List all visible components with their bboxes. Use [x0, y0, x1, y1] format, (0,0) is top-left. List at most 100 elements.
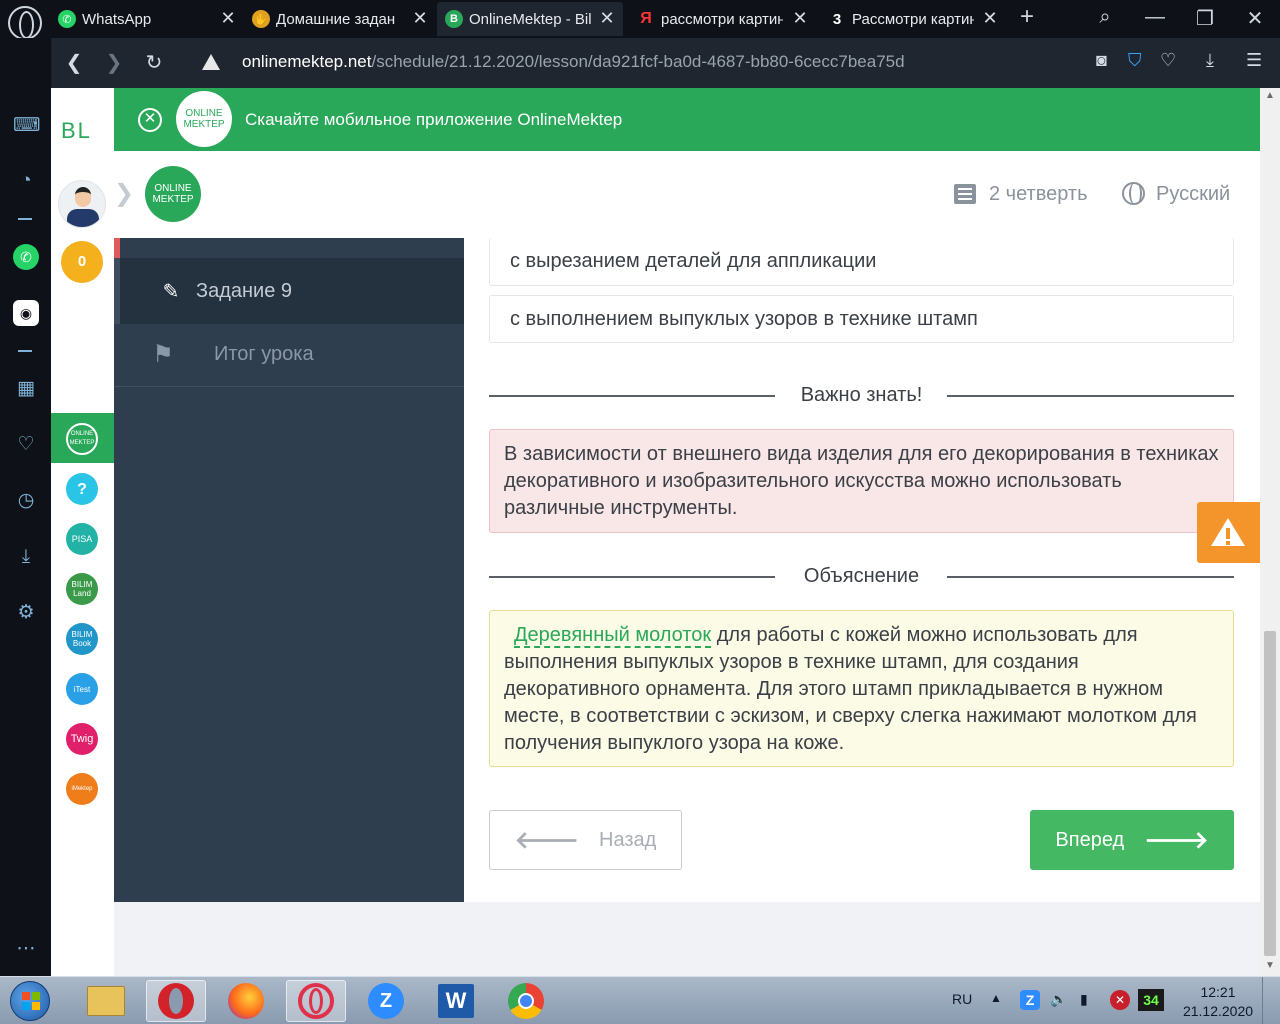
answer-option[interactable]: с выполнением выпуклых узоров в технике … — [489, 295, 1234, 343]
zoom-taskbar-icon[interactable]: Z — [356, 980, 416, 1022]
tab-onlinemektep[interactable]: B OnlineMektep - Bil ✕ — [437, 2, 623, 36]
grid-icon[interactable]: ▦ — [13, 376, 39, 402]
bilimbook-app-icon[interactable]: BILIM Book — [66, 623, 98, 655]
banner-text[interactable]: Скачайте мобильное приложение OnlineMekt… — [245, 110, 622, 130]
tab-whatsapp[interactable]: ✆ WhatsApp ✕ — [58, 2, 238, 36]
tab-yandex[interactable]: Я рассмотри картин ✕ — [637, 2, 810, 36]
show-desktop-button[interactable] — [1262, 977, 1280, 1024]
zoom-tray-icon[interactable]: Z — [1020, 990, 1040, 1010]
close-tab-icon[interactable]: ✕ — [980, 8, 1000, 29]
url-field[interactable]: onlinemektep.net/schedule/21.12.2020/les… — [242, 52, 905, 72]
scroll-up-icon[interactable]: ▲ — [1265, 90, 1275, 101]
speed-dial-icon[interactable]: ◔ — [13, 168, 39, 194]
z-icon: 3 — [832, 10, 842, 28]
minimize-icon[interactable]: — — [1143, 6, 1167, 29]
lesson-content: с вырезанием деталей для аппликации с вы… — [464, 238, 1260, 902]
yandex-icon: Я — [640, 10, 652, 27]
opera-gx-taskbar-icon[interactable] — [286, 980, 346, 1022]
nav-item-label: Итог урока — [214, 342, 314, 365]
close-tab-icon[interactable]: ✕ — [597, 8, 617, 29]
new-tab-icon[interactable]: + — [1015, 3, 1039, 31]
back-icon[interactable]: ❮ — [62, 50, 86, 75]
onlinemektep-logo[interactable]: ONLINE MEKTEP — [145, 166, 201, 222]
close-tab-icon[interactable]: ✕ — [790, 8, 810, 29]
forward-icon[interactable]: ❯ — [102, 50, 126, 75]
bilimland-logo[interactable]: BL — [61, 118, 92, 144]
address-bar: ❮ ❯ ↻ onlinemektep.net/schedule/21.12.20… — [52, 38, 1280, 88]
heart-icon[interactable]: ♡ — [1160, 50, 1176, 71]
gamepad-icon[interactable]: ⌨ — [13, 113, 40, 139]
insecure-warning-icon[interactable] — [202, 54, 220, 70]
pisa-app-icon[interactable]: PISA — [66, 523, 98, 555]
url-path: /schedule/21.12.2020/lesson/da921fcf-ba0… — [371, 52, 905, 71]
coins-badge[interactable]: 0 — [61, 241, 103, 283]
clock-date: 21.12.2020 — [1182, 1003, 1254, 1019]
tab-label: рассмотри картин — [661, 10, 783, 28]
heart-icon[interactable]: ♡ — [13, 432, 39, 458]
download-icon[interactable]: ⤓ — [1206, 50, 1214, 71]
imektep-app-icon[interactable]: iMektep — [66, 773, 98, 805]
site-sidebar: BL 0 ONLINE MEKTEP ? PISA BILIM Land BIL… — [51, 88, 114, 976]
opera-sidebar: ⌨ ◔ ✆ ◉ ▦ ♡ ◷ ⤓ ⚙ ⋯ — [0, 38, 51, 976]
back-button[interactable]: 🡐 Назад — [489, 810, 682, 870]
page-scrollbar[interactable]: ▲ ▼ — [1260, 88, 1280, 976]
avatar[interactable] — [58, 180, 106, 228]
onlinemektep-app-icon[interactable]: ONLINE MEKTEP — [66, 423, 98, 455]
twig-app-icon[interactable]: Twig — [66, 723, 98, 755]
language-selector[interactable]: Русский — [1156, 183, 1230, 206]
search-icon[interactable]: ⌕ — [1093, 6, 1117, 29]
close-window-icon[interactable]: ✕ — [1243, 6, 1267, 31]
word-taskbar-icon[interactable]: W — [426, 980, 486, 1022]
explorer-taskbar-icon[interactable] — [76, 980, 136, 1022]
temperature-badge[interactable]: 34 — [1138, 989, 1164, 1011]
answer-option[interactable]: с вырезанием деталей для аппликации — [489, 238, 1234, 286]
reload-icon[interactable]: ↻ — [142, 50, 166, 75]
camera-icon[interactable]: ◙ — [1096, 50, 1107, 71]
chevron-right-icon[interactable]: ❯ — [114, 179, 134, 208]
gear-icon[interactable]: ⚙ — [13, 600, 39, 626]
opera-menu-icon[interactable] — [8, 6, 42, 40]
bilimland-app-icon[interactable]: BILIM Land — [66, 573, 98, 605]
windows-taskbar: Z W RU ▲ Z 🔈 ▮ ✕ 34 12:21 21.12.2020 — [0, 976, 1280, 1024]
scroll-down-icon[interactable]: ▼ — [1265, 960, 1275, 971]
arrow-right-icon: 🡒 — [1144, 827, 1209, 854]
opera-taskbar-icon[interactable] — [146, 980, 206, 1022]
chrome-taskbar-icon[interactable] — [496, 980, 556, 1022]
scrollbar-thumb[interactable] — [1264, 631, 1276, 956]
nav-item-task-9[interactable]: ✎ Задание 9 — [114, 258, 464, 324]
whatsapp-icon[interactable]: ✆ — [13, 244, 39, 270]
help-app-icon[interactable]: ? — [66, 473, 98, 505]
antivirus-icon[interactable]: ✕ — [1110, 990, 1130, 1010]
close-banner-icon[interactable]: ✕ — [138, 108, 162, 132]
volume-icon[interactable]: 🔈 — [1050, 991, 1067, 1008]
restore-icon[interactable]: ❐ — [1193, 6, 1217, 31]
tray-expand-icon[interactable]: ▲ — [990, 991, 1002, 1005]
browser-tab-bar: ✆ WhatsApp ✕ ✋ Домашние задани ✕ B Onlin… — [0, 0, 1280, 40]
clock[interactable]: 12:21 21.12.2020 — [1182, 983, 1254, 1021]
shield-icon[interactable]: ⛉ — [1128, 50, 1142, 71]
close-tab-icon[interactable]: ✕ — [410, 8, 430, 29]
globe-icon — [1122, 182, 1145, 205]
app-download-banner: ✕ ONLINE MEKTEP Скачайте мобильное прило… — [114, 88, 1260, 151]
nav-item-summary[interactable]: ⚑ Итог урока — [114, 321, 464, 387]
close-tab-icon[interactable]: ✕ — [218, 8, 238, 29]
next-button[interactable]: Вперед 🡒 — [1030, 810, 1234, 870]
language-indicator[interactable]: RU — [952, 991, 972, 1007]
divider — [18, 218, 32, 220]
start-button[interactable] — [10, 981, 50, 1021]
network-icon[interactable]: ▮ — [1080, 991, 1088, 1008]
download-icon[interactable]: ⤓ — [13, 544, 39, 570]
tab-znanija[interactable]: 3 Рассмотри картин ✕ — [828, 2, 1000, 36]
lesson-navigation: ✎ Задание 9 ⚑ Итог урока — [114, 238, 464, 902]
settings-sliders-icon[interactable]: ☰ — [1246, 50, 1262, 71]
report-error-button[interactable] — [1197, 502, 1260, 563]
discord-icon[interactable]: ◉ — [13, 300, 39, 326]
more-icon[interactable]: ⋯ — [13, 936, 39, 962]
history-icon[interactable]: ◷ — [13, 488, 39, 514]
quarter-selector[interactable]: 2 четверть — [989, 183, 1088, 206]
itest-app-icon[interactable]: iTest — [66, 673, 98, 705]
firefox-taskbar-icon[interactable] — [216, 980, 276, 1022]
glossary-term-link[interactable]: Деревянный молоток — [514, 624, 712, 648]
tab-homework[interactable]: ✋ Домашние задани ✕ — [252, 2, 430, 36]
whatsapp-icon: ✆ — [58, 10, 76, 28]
